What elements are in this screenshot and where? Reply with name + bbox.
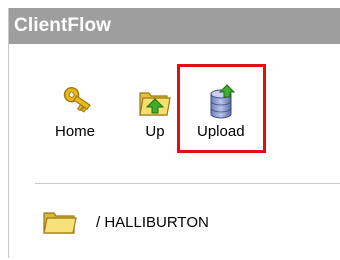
home-button[interactable]: Home — [55, 84, 95, 140]
app-title: ClientFlow — [9, 8, 340, 44]
up-button[interactable]: Up — [137, 84, 173, 140]
folder-icon — [43, 212, 77, 234]
up-label: Up — [145, 123, 165, 140]
home-label: Home — [55, 123, 96, 140]
folder-item[interactable]: / HALLIBURTON — [42, 208, 209, 236]
key-icon — [63, 86, 91, 113]
toolbar-divider — [35, 183, 340, 184]
folder-path-label: / HALLIBURTON — [96, 213, 209, 231]
folder-up-icon — [139, 92, 171, 116]
upload-highlight-box — [177, 64, 266, 153]
